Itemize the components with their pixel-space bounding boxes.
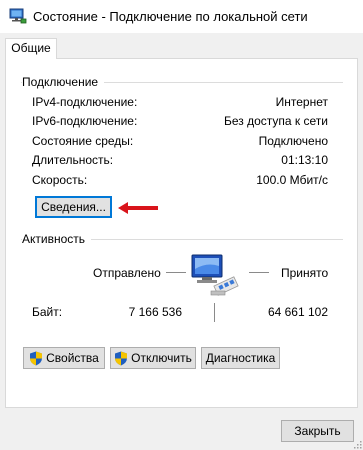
red-arrow-icon — [118, 202, 158, 214]
bytes-label: Байт: — [32, 305, 63, 319]
diagnose-button-label: Диагностика — [205, 351, 276, 365]
network-activity-computer-icon — [191, 254, 239, 296]
properties-button[interactable]: Свойства — [23, 347, 105, 369]
activity-group-title: Активность — [22, 232, 92, 246]
network-connection-icon — [9, 8, 27, 24]
sent-line — [166, 272, 186, 273]
ipv6-label: IPv6-подключение: — [32, 114, 138, 128]
received-label: Принято — [281, 266, 329, 280]
duration-label: Длительность: — [32, 153, 114, 167]
disable-button[interactable]: Отключить — [110, 347, 196, 369]
duration-value: 01:13:10 — [281, 153, 328, 167]
title-bar[interactable]: Состояние - Подключение по локальной сет… — [0, 0, 363, 33]
details-button[interactable]: Сведения... — [35, 196, 112, 218]
sent-label: Отправлено — [93, 266, 161, 280]
ipv4-value: Интернет — [275, 95, 328, 109]
activity-divider — [214, 303, 215, 322]
close-button-label: Закрыть — [294, 424, 341, 438]
tab-panel-general: Подключение IPv4-подключение: Интернет I… — [5, 58, 358, 408]
ipv6-value: Без доступа к сети — [224, 114, 328, 128]
ipv4-label: IPv4-подключение: — [32, 95, 138, 109]
properties-button-label: Свойства — [46, 351, 99, 365]
resize-grip-icon[interactable] — [354, 441, 362, 449]
media-state-value: Подключено — [258, 134, 328, 148]
details-button-label: Сведения... — [41, 200, 106, 214]
window-title: Состояние - Подключение по локальной сет… — [33, 9, 308, 24]
bytes-sent-value: 7 166 536 — [128, 305, 182, 319]
close-button[interactable]: Закрыть — [281, 420, 354, 442]
tab-general[interactable]: Общие — [5, 38, 57, 59]
connection-group-title: Подключение — [22, 75, 105, 89]
disable-button-label: Отключить — [131, 351, 192, 365]
speed-label: Скорость: — [32, 173, 88, 187]
media-state-label: Состояние среды: — [32, 134, 134, 148]
dialog-window: Состояние - Подключение по локальной сет… — [0, 0, 363, 450]
tab-strip: Общие — [0, 33, 363, 59]
uac-shield-icon — [30, 351, 43, 365]
bytes-received-value: 64 661 102 — [267, 305, 328, 319]
uac-shield-icon — [115, 351, 128, 365]
speed-value: 100.0 Мбит/с — [256, 173, 328, 187]
received-line — [249, 272, 269, 273]
diagnose-button[interactable]: Диагностика — [201, 347, 280, 369]
